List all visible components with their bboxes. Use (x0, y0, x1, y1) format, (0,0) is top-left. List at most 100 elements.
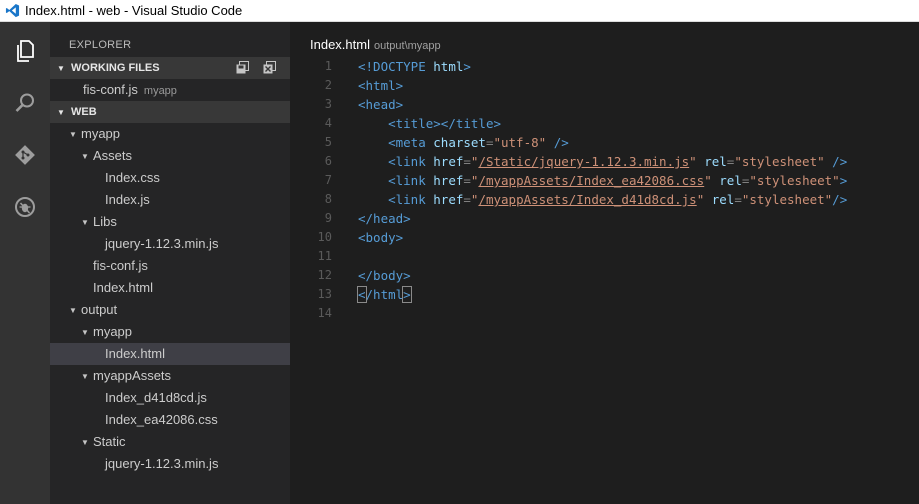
tree-file[interactable]: Index.html (50, 277, 290, 299)
git-icon[interactable] (0, 135, 50, 175)
tree-item-label: Index_d41d8cd.js (105, 390, 207, 405)
tree-file[interactable]: Index.css (50, 167, 290, 189)
web-folder-header[interactable]: ▼ WEB (50, 101, 290, 123)
tree-item-label: Index_ea42086.css (105, 412, 218, 427)
chevron-down-icon: ▼ (81, 372, 89, 381)
tree-item-label: Index.html (93, 280, 153, 295)
tree-item-label: jquery-1.12.3.min.js (105, 456, 219, 471)
code-token: rel (704, 154, 727, 169)
code-line: 10 <body> (290, 228, 919, 247)
tree-file[interactable]: fis-conf.js (50, 255, 290, 277)
code-token: > (402, 286, 412, 303)
code-line: 7 <link href= "/myappAssets/Index_ea42086… (290, 171, 919, 190)
line-number: 4 (324, 116, 332, 130)
code-text: <link href= "/myappAssets/Index_ea42086.c… (358, 171, 847, 190)
chevron-down-icon: ▼ (69, 306, 77, 315)
line-number: 14 (317, 306, 332, 320)
tree-folder[interactable]: ▼ myappAssets (50, 365, 290, 387)
editor-area: Index.html output\myapp 1 <!DOCTYPE html > 2… (290, 22, 919, 504)
code-token: < (357, 286, 367, 303)
code-token: rel (719, 173, 742, 188)
code-text: <link href= "/Static/jquery-1.12.3.min.js… (358, 152, 847, 171)
line-number: 12 (317, 268, 332, 282)
tree-file[interactable]: Index_ea42086.css (50, 409, 290, 431)
code-token: <link (388, 173, 434, 188)
search-icon[interactable] (0, 83, 50, 123)
code-token: = (463, 192, 471, 207)
line-number: 8 (324, 192, 332, 206)
web-folder-label: WEB (71, 106, 97, 118)
code-token: "stylesheet" (749, 173, 840, 188)
tree-file[interactable]: Index.html (50, 343, 290, 365)
line-number: 13 (317, 287, 332, 301)
code-token: = (463, 173, 471, 188)
code-token: /html (365, 287, 404, 302)
working-file-hint: myapp (143, 85, 177, 97)
tree-file[interactable]: jquery-1.12.3.min.js (50, 233, 290, 255)
tree-folder[interactable]: ▼ Static (50, 431, 290, 453)
title-bar: Index.html - web - Visual Studio Code (0, 0, 919, 22)
tab-path: output\myapp (373, 40, 441, 52)
code-text: <link href="/myappAssets/Index_d41d8cd.j… (358, 190, 847, 209)
code-token: rel (711, 192, 735, 207)
editor-tab[interactable]: Index.html output\myapp (310, 37, 441, 52)
tree-folder[interactable]: ▼ Assets (50, 145, 290, 167)
code-line: 8 <link href="/myappAssets/Index_d41d8cd… (290, 190, 919, 209)
working-file-item[interactable]: fis-conf.js myapp (50, 79, 290, 101)
close-all-icon[interactable] (263, 61, 276, 77)
code-token[interactable]: /Static/jquery-1.12.3.min.js (478, 154, 689, 169)
tree-item-label: myapp (81, 126, 121, 141)
code-token: > (839, 173, 848, 188)
tree-item-label: myappAssets (93, 368, 172, 383)
tree-folder[interactable]: ▼ myapp (50, 321, 290, 343)
code-text: <html> (358, 76, 403, 95)
code-token: <link (388, 154, 434, 169)
code-line: 5 <meta charset="utf-8" /> (290, 133, 919, 152)
save-all-icon[interactable] (236, 61, 249, 77)
code-token: <link (388, 192, 434, 207)
tree-file[interactable]: jquery-1.12.3.min.js (50, 453, 290, 475)
tree-item-label: myapp (93, 324, 133, 339)
code-line: 9 </head> (290, 209, 919, 228)
text-cursor (410, 287, 412, 302)
line-number: 2 (324, 78, 332, 92)
code-line: 6 <link href= "/Static/jquery-1.12.3.min.… (290, 152, 919, 171)
code-text: </head> (358, 209, 411, 228)
tree-folder[interactable]: ▼ Libs (50, 211, 290, 233)
tree-folder[interactable]: ▼ myapp (50, 123, 290, 145)
code-token: <title></title> (388, 116, 501, 131)
code-token: <html> (358, 78, 404, 93)
code-line: 13 </html> (290, 285, 919, 304)
line-number: 9 (324, 211, 332, 225)
window-title: Index.html - web - Visual Studio Code (25, 3, 243, 18)
code-token: html (433, 59, 464, 74)
tree-item-label: jquery-1.12.3.min.js (105, 236, 219, 251)
line-number: 5 (324, 135, 332, 149)
debug-icon[interactable] (0, 187, 50, 227)
tree-item-label: fis-conf.js (93, 258, 148, 273)
code-token: <!DOCTYPE (358, 59, 434, 74)
explorer-sidebar: EXPLORER ▼ WORKING FILES fis-conf.js myap… (50, 22, 290, 504)
tree-file[interactable]: Index.js (50, 189, 290, 211)
code-token: /> (832, 192, 848, 207)
working-files-header[interactable]: ▼ WORKING FILES (50, 57, 290, 79)
tree-folder[interactable]: ▼ output (50, 299, 290, 321)
tree-file[interactable]: Index_d41d8cd.js (50, 387, 290, 409)
explorer-icon[interactable] (0, 31, 50, 71)
code-token[interactable]: /myappAssets/Index_ea42086.css (478, 173, 704, 188)
code-token[interactable]: /myappAssets/Index_d41d8cd.js (478, 192, 696, 207)
vscode-logo-icon (4, 3, 20, 19)
code-line: 11 (290, 247, 919, 266)
tree-item-label: output (81, 302, 118, 317)
line-number: 1 (324, 59, 332, 73)
code-token: = (734, 192, 742, 207)
code-token: " (704, 173, 712, 188)
code-token: href (433, 154, 464, 169)
chevron-down-icon: ▼ (69, 130, 77, 139)
activity-bar (0, 22, 50, 504)
tree-item-label: Index.css (105, 170, 160, 185)
